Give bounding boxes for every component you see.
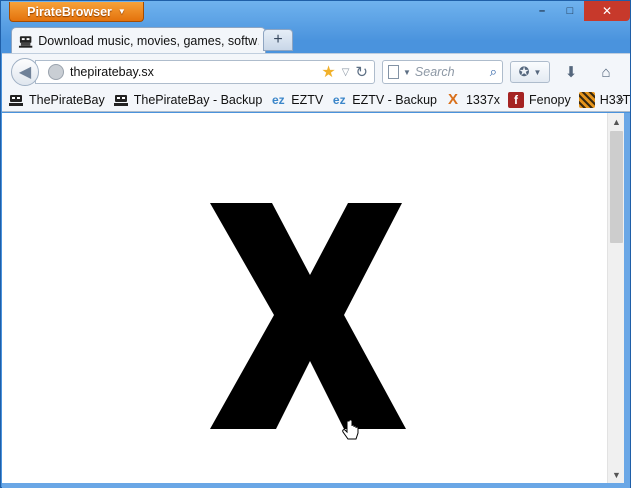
vertical-scrollbar[interactable]: ▲ ▼ (607, 113, 624, 483)
bookmark-item[interactable]: f Fenopy (508, 91, 571, 108)
globe-icon (48, 64, 64, 80)
search-input[interactable]: Search (415, 65, 486, 79)
bookmarks-overflow-chevron-icon[interactable]: » (617, 92, 624, 106)
scroll-thumb[interactable] (610, 131, 623, 243)
bookmarks-menu-button[interactable]: ✪ ▼ (510, 61, 550, 83)
close-button[interactable]: ✕ (584, 1, 630, 21)
reload-icon[interactable]: ↻ (355, 63, 368, 81)
bookmark-item[interactable]: ez EZTV (270, 92, 323, 108)
new-tab-button[interactable]: + (263, 29, 293, 51)
pirate-ship-icon (113, 94, 128, 106)
hand-cursor-icon (342, 419, 359, 440)
back-button[interactable]: ◀ (11, 58, 39, 86)
search-icon[interactable]: ⌕ (490, 64, 497, 80)
app-menu-label: PirateBrowser (27, 4, 112, 19)
url-bar[interactable]: thepiratebay.sx ★ ▽ ↻ (35, 60, 375, 84)
url-text[interactable]: thepiratebay.sx (70, 65, 321, 79)
eztv-icon: ez (332, 92, 346, 107)
app-menu-button[interactable]: PirateBrowser ▼ (9, 2, 144, 22)
minimize-button[interactable]: – (528, 1, 556, 21)
navigation-toolbar: thepiratebay.sx ★ ▽ ↻ ◀ ▼ Search ⌕ ✪ ▼ ⬇… (2, 53, 630, 88)
browser-window: PirateBrowser ▼ – □ ✕ Download music, mo… (0, 0, 631, 488)
back-arrow-icon: ◀ (18, 64, 32, 81)
1337x-icon: X (447, 91, 458, 108)
tab-bar: Download music, movies, games, softw… + (9, 25, 624, 53)
fenopy-icon: f (508, 91, 525, 108)
search-bar[interactable]: ▼ Search ⌕ (382, 60, 503, 84)
tab-active[interactable]: Download music, movies, games, softw… (11, 27, 266, 53)
bookmark-star-icon[interactable]: ★ (321, 62, 335, 82)
h33t-icon (578, 91, 595, 108)
search-engine-icon[interactable] (388, 65, 399, 79)
scroll-down-icon[interactable]: ▼ (608, 466, 625, 483)
bookmark-item[interactable]: ThePirateBay (8, 92, 105, 108)
bookmark-item[interactable]: X 1337x (445, 91, 500, 108)
bookmark-item[interactable]: ez EZTV - Backup (331, 92, 437, 108)
bookmarks-toolbar: ThePirateBay ThePirateBay - Backup ez EZ… (2, 88, 630, 112)
x-logo (210, 203, 406, 429)
bookmark-item[interactable]: ThePirateBay - Backup (113, 92, 262, 108)
tab-title: Download music, movies, games, softw… (38, 33, 259, 48)
download-arrow-icon: ⬇ (564, 64, 578, 81)
eztv-icon: ez (271, 92, 285, 107)
caret-down-icon: ▼ (117, 7, 126, 16)
history-dropdown-icon[interactable]: ▽ (342, 67, 350, 78)
page-content (2, 113, 607, 483)
window-controls: – □ ✕ (528, 1, 630, 21)
search-engine-caret-icon[interactable]: ▼ (403, 68, 411, 77)
bookmarks-star-icon: ✪ (518, 64, 530, 79)
downloads-button[interactable]: ⬇ (559, 61, 583, 83)
home-icon: ⌂ (601, 63, 611, 81)
scroll-up-icon[interactable]: ▲ (608, 113, 625, 130)
window-frame (624, 113, 630, 487)
pirate-ship-icon (9, 94, 23, 106)
window-frame (2, 483, 630, 488)
pirate-ship-icon (18, 35, 33, 48)
home-button[interactable]: ⌂ (594, 61, 618, 83)
maximize-button[interactable]: □ (556, 1, 584, 21)
caret-down-icon: ▼ (533, 67, 542, 77)
